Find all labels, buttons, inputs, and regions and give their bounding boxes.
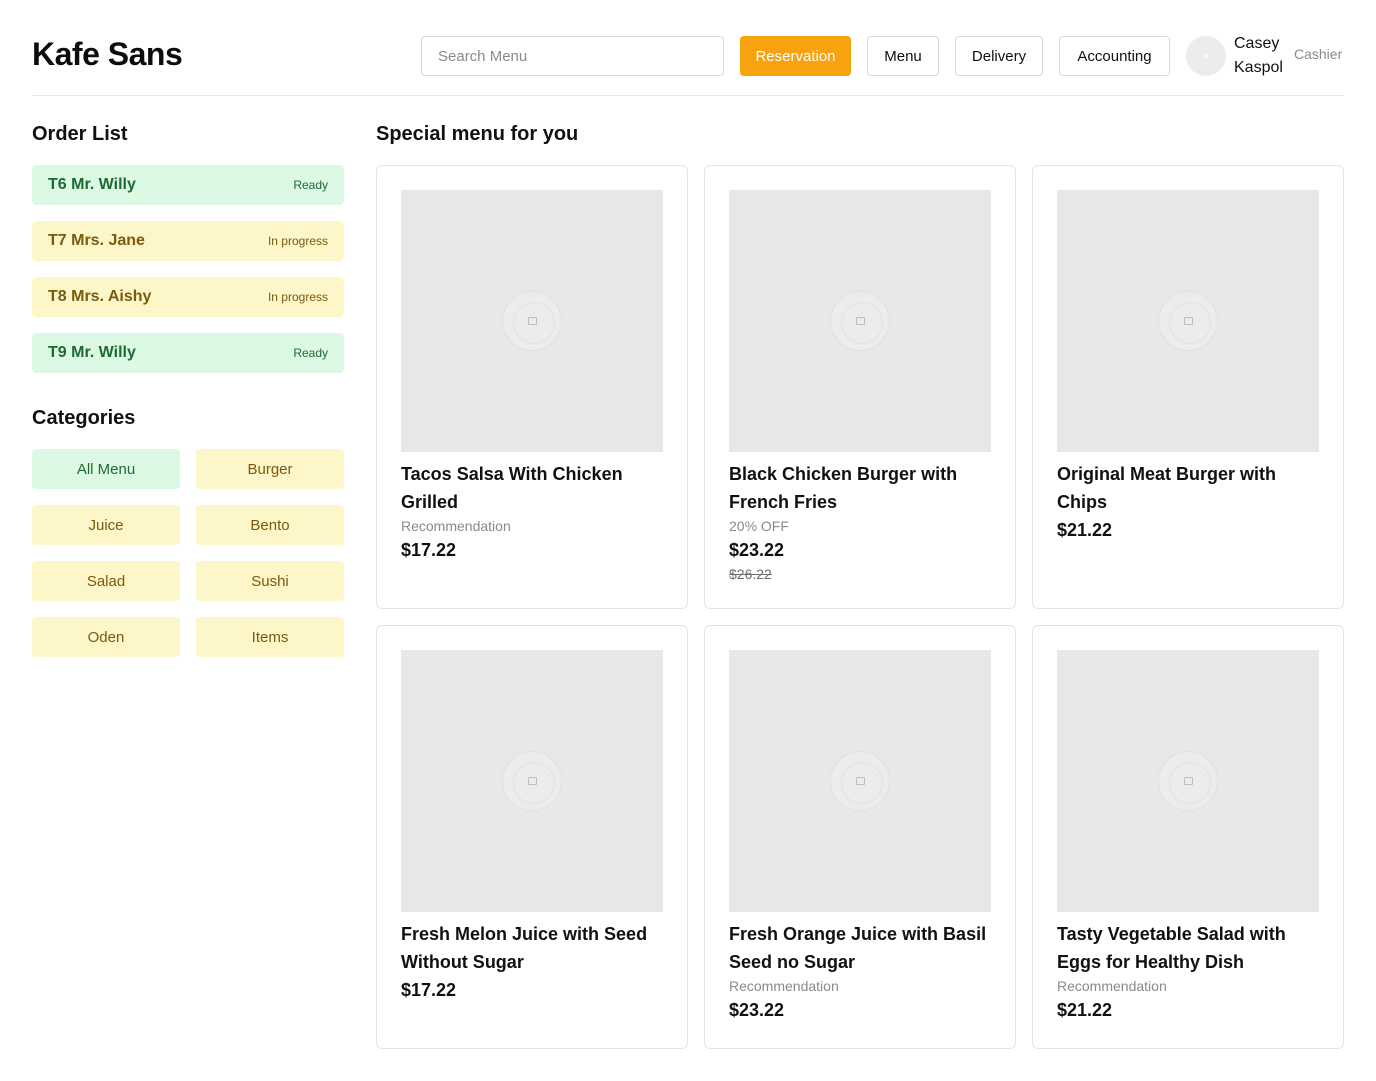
menu-item-old-price: $26.22 xyxy=(729,566,772,582)
food-image-placeholder xyxy=(1057,190,1319,452)
menu-card[interactable]: Black Chicken Burger with French Fries 2… xyxy=(704,165,1016,609)
category-juice[interactable]: Juice xyxy=(32,505,180,545)
order-name: T7 Mrs. Jane xyxy=(48,232,145,249)
menu-card[interactable]: Fresh Melon Juice with Seed Without Suga… xyxy=(376,625,688,1049)
menu-card[interactable]: Fresh Orange Juice with Basil Seed no Su… xyxy=(704,625,1016,1049)
menu-card[interactable]: Original Meat Burger with Chips $21.22 xyxy=(1032,165,1344,609)
order-item[interactable]: T6 Mr. Willy Ready xyxy=(32,165,344,205)
image-icon xyxy=(830,291,890,351)
order-name: T6 Mr. Willy xyxy=(48,176,136,193)
menu-item-price: $17.22 xyxy=(401,980,457,1000)
special-menu-title: Special menu for you xyxy=(376,123,579,145)
menu-item-price: $23.22 xyxy=(729,540,785,560)
menu-item-tag: 20% OFF xyxy=(729,518,789,534)
menu-item-name: Black Chicken Burger with French Fries xyxy=(729,464,958,512)
nav-reservation-button[interactable]: Reservation xyxy=(740,36,851,76)
nav-menu-button[interactable]: Menu xyxy=(867,36,939,76)
category-bento[interactable]: Bento xyxy=(196,505,344,545)
menu-card[interactable]: Tasty Vegetable Salad with Eggs for Heal… xyxy=(1032,625,1344,1049)
order-name: T8 Mrs. Aishy xyxy=(48,288,152,305)
user-role: Cashier xyxy=(1294,46,1343,62)
image-icon xyxy=(1158,751,1218,811)
menu-item-price: $23.22 xyxy=(729,1000,785,1020)
menu-item-tag: Recommendation xyxy=(1057,978,1167,994)
nav-delivery-button[interactable]: Delivery xyxy=(955,36,1043,76)
order-list-title: Order List xyxy=(32,123,128,145)
food-image-placeholder xyxy=(401,190,663,452)
menu-item-name: Fresh Melon Juice with Seed Without Suga… xyxy=(401,924,648,972)
category-all-menu[interactable]: All Menu xyxy=(32,449,180,489)
order-status: In progress xyxy=(267,290,328,304)
order-status: Ready xyxy=(293,178,328,192)
brand-logo: Kafe Sans xyxy=(32,36,183,72)
image-icon xyxy=(502,291,562,351)
food-image-placeholder xyxy=(401,650,663,912)
top-header: Kafe Sans Reservation Menu Delivery Acco… xyxy=(32,28,1344,96)
menu-item-price: $21.22 xyxy=(1057,1000,1113,1020)
category-oden[interactable]: Oden xyxy=(32,617,180,657)
menu-item-price: $17.22 xyxy=(401,540,457,560)
categories-title: Categories xyxy=(32,407,136,429)
order-status: Ready xyxy=(293,346,328,360)
image-icon xyxy=(1158,291,1218,351)
order-status: In progress xyxy=(267,234,328,248)
category-items[interactable]: Items xyxy=(196,617,344,657)
avatar[interactable] xyxy=(1186,36,1226,76)
avatar-placeholder-icon xyxy=(1204,54,1208,58)
menu-item-tag: Recommendation xyxy=(401,518,511,534)
category-salad[interactable]: Salad xyxy=(32,561,180,601)
menu-item-name: Tacos Salsa With Chicken Grilled xyxy=(401,464,623,512)
order-name: T9 Mr. Willy xyxy=(48,344,136,361)
menu-item-name: Tasty Vegetable Salad with Eggs for Heal… xyxy=(1057,924,1286,972)
menu-item-tag: Recommendation xyxy=(729,978,839,994)
nav-accounting-button[interactable]: Accounting xyxy=(1059,36,1170,76)
food-image-placeholder xyxy=(1057,650,1319,912)
category-burger[interactable]: Burger xyxy=(196,449,344,489)
food-image-placeholder xyxy=(729,190,991,452)
order-item[interactable]: T8 Mrs. Aishy In progress xyxy=(32,277,344,317)
order-item[interactable]: T7 Mrs. Jane In progress xyxy=(32,221,344,261)
order-item[interactable]: T9 Mr. Willy Ready xyxy=(32,333,344,373)
image-icon xyxy=(502,751,562,811)
menu-item-name: Fresh Orange Juice with Basil Seed no Su… xyxy=(729,924,987,972)
food-image-placeholder xyxy=(729,650,991,912)
menu-card[interactable]: Tacos Salsa With Chicken Grilled Recomme… xyxy=(376,165,688,609)
menu-item-price: $21.22 xyxy=(1057,520,1113,540)
menu-item-name: Original Meat Burger with Chips xyxy=(1057,464,1277,512)
search-input[interactable] xyxy=(421,36,724,76)
image-icon xyxy=(830,751,890,811)
category-sushi[interactable]: Sushi xyxy=(196,561,344,601)
user-name: Casey Kaspol xyxy=(1234,35,1283,76)
